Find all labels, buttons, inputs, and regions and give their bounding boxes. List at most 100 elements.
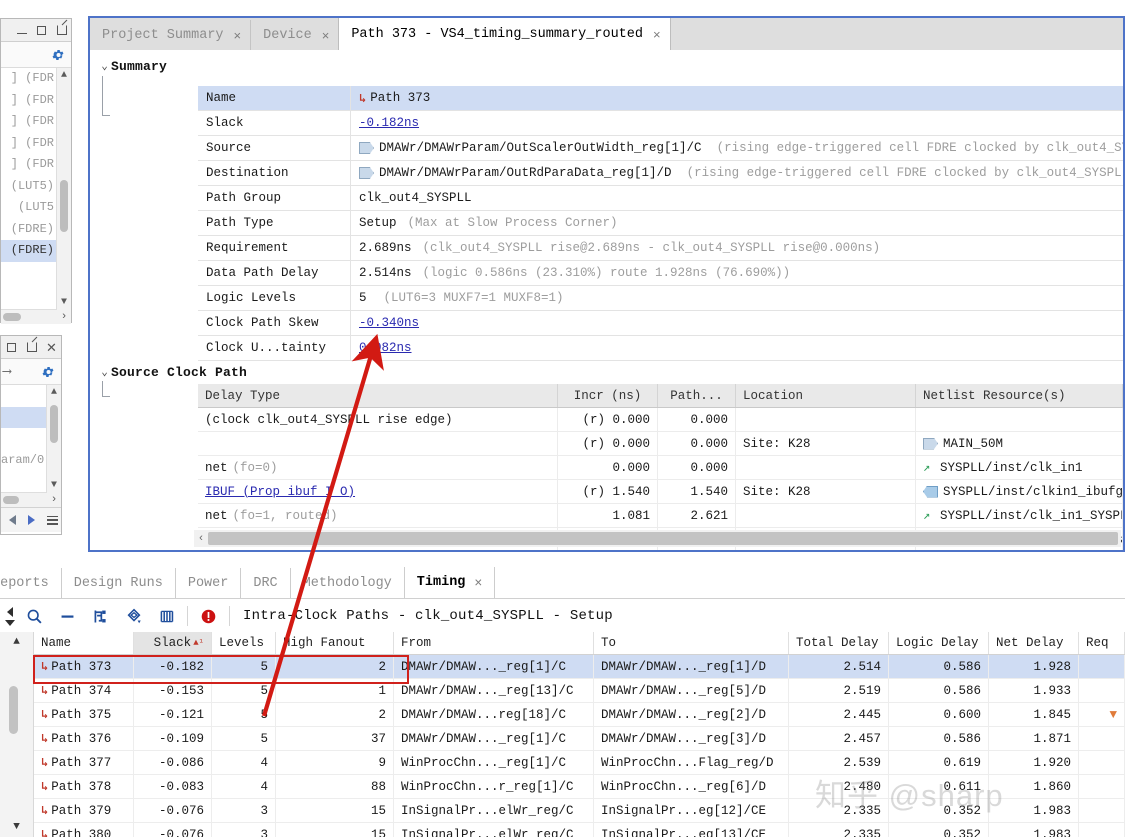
search-icon[interactable] (18, 602, 51, 630)
column-header-slack[interactable]: Slack ▲¹ (134, 632, 212, 654)
tab-reports[interactable]: Reports (0, 568, 61, 598)
column-header-logic-delay[interactable]: Logic Delay (889, 632, 989, 654)
column-header-req[interactable]: Req (1079, 632, 1125, 654)
list-item[interactable]: ] (FDR (1, 68, 57, 90)
list-item[interactable] (1, 428, 47, 450)
summary-section-header[interactable]: ⌄ Summary (94, 56, 168, 76)
summary-row[interactable]: Path Group clk_out4_SYSPLL (198, 186, 1123, 211)
columns-icon[interactable] (150, 602, 183, 630)
table-row[interactable]: net (fo=0) 0.000 0.000 ↗ SYSPLL/inst/clk… (198, 456, 1123, 480)
minimize-button[interactable] (15, 24, 28, 37)
scroll-thumb[interactable] (208, 532, 1118, 545)
expand-down-icon[interactable] (5, 619, 15, 626)
table-row[interactable]: ↳ Path 380 -0.076 3 15 InSignalPr...elWr… (34, 823, 1125, 837)
chevron-down-icon[interactable]: ⌄ (98, 59, 111, 73)
scroll-thumb[interactable] (50, 405, 58, 443)
table-row[interactable]: ↳ Path 377 -0.086 4 9 WinProcChn..._reg[… (34, 751, 1125, 775)
close-icon[interactable]: × (234, 28, 242, 43)
scroll-right-icon[interactable]: › (57, 310, 71, 324)
table-row[interactable]: ↳ Path 375 -0.121 5 2 DMAWr/DMAW...reg[1… (34, 703, 1125, 727)
list-item[interactable]: (FDRE) (1, 219, 57, 241)
table-row[interactable]: (clock clk_out4_SYSPLL rise edge) (r) 0.… (198, 408, 1123, 432)
list-item[interactable]: ] (FDR (1, 133, 57, 155)
column-header-to[interactable]: To (594, 632, 789, 654)
tab-power[interactable]: Power (174, 568, 241, 598)
slack-link[interactable]: -0.182ns (359, 116, 419, 130)
summary-row[interactable]: Clock Path Skew -0.340ns (198, 311, 1123, 336)
column-header-name[interactable]: Name (34, 632, 134, 654)
mini-panel-a-list[interactable]: ] (FDR ] (FDR ] (FDR ] (FDR ] (FDR (LUT5… (1, 68, 57, 310)
next-button[interactable] (28, 515, 35, 525)
float-button[interactable] (55, 24, 68, 37)
column-header-net-delay[interactable]: Net Delay (989, 632, 1079, 654)
summary-row[interactable]: Slack -0.182ns (198, 111, 1123, 136)
column-header-location[interactable]: Location (736, 384, 916, 407)
horizontal-scrollbar[interactable] (1, 492, 47, 507)
group-icon[interactable] (84, 602, 117, 630)
column-header-path[interactable]: Path... (658, 384, 736, 407)
gear-icon[interactable] (51, 48, 65, 62)
list-item[interactable]: aram/0 (1, 450, 47, 472)
scroll-right-icon[interactable]: › (47, 493, 61, 507)
scroll-down-icon[interactable]: ▼ (47, 478, 61, 493)
list-item[interactable]: ] (FDR (1, 90, 57, 112)
column-header-high-fanout[interactable]: High Fanout (276, 632, 394, 654)
path-window-horizontal-scrollbar[interactable]: ‹ (194, 530, 1121, 547)
summary-row[interactable]: Source DMAWr/DMAWrParam/OutScalerOutWidt… (198, 136, 1123, 161)
summary-row[interactable]: Path Type Setup (Max at Slow Process Cor… (198, 211, 1123, 236)
scroll-down-icon[interactable]: ▼ (0, 819, 33, 835)
tab-methodology[interactable]: Methodology (289, 568, 404, 598)
close-button[interactable]: ✕ (45, 341, 58, 354)
list-item[interactable]: (LUT5 (1, 197, 57, 219)
scroll-thumb[interactable] (3, 313, 21, 321)
clock-skew-link[interactable]: -0.340ns (359, 316, 419, 330)
scroll-up-icon[interactable]: ▲ (47, 385, 61, 400)
list-item[interactable] (1, 406, 47, 428)
summary-row[interactable]: Destination DMAWr/DMAWrParam/OutRdParaDa… (198, 161, 1123, 186)
tab-device[interactable]: Device × (250, 20, 339, 50)
table-row[interactable]: ↳ Path 374 -0.153 5 1 DMAWr/DMAW..._reg[… (34, 679, 1125, 703)
summary-row[interactable]: Logic Levels 5 (LUT6=3 MUXF7=1 MUXF8=1) (198, 286, 1123, 311)
prev-button[interactable] (9, 515, 16, 525)
horizontal-scrollbar[interactable] (1, 309, 57, 324)
column-header-netlist-resources[interactable]: Netlist Resource(s) (916, 384, 1123, 407)
table-row[interactable]: IBUF (Prop ibuf I O) (r) 1.540 1.540 Sit… (198, 480, 1123, 504)
tab-timing[interactable]: Timing × (403, 567, 496, 598)
summary-row[interactable]: Name ↳ Path 373 (198, 86, 1123, 111)
close-icon[interactable]: × (474, 575, 482, 590)
maximize-button[interactable] (35, 24, 48, 37)
scroll-thumb[interactable] (9, 686, 18, 734)
list-item[interactable]: ] (FDR (1, 154, 57, 176)
chevron-down-icon[interactable]: ⌄ (98, 365, 111, 379)
column-header-total-delay[interactable]: Total Delay (789, 632, 889, 654)
summary-row[interactable]: Requirement 2.689ns (clk_out4_SYSPLL ris… (198, 236, 1123, 261)
tab-project-summary[interactable]: Project Summary × (90, 20, 251, 50)
toolbar-nav-arrows[interactable] (2, 602, 18, 630)
scroll-thumb[interactable] (60, 180, 68, 232)
error-icon[interactable] (192, 602, 225, 630)
menu-button[interactable] (47, 515, 58, 525)
tab-path-373[interactable]: Path 373 - VS4_timing_summary_routed × (338, 18, 671, 50)
clock-uncertainty-link[interactable]: 0.082ns (359, 341, 412, 355)
scroll-up-icon[interactable]: ▲ (57, 68, 71, 83)
column-header-incr[interactable]: Incr (ns) (558, 384, 658, 407)
right-arrow-icon[interactable]: ⟶ (3, 364, 11, 379)
summary-row[interactable]: Data Path Delay 2.514ns (logic 0.586ns (… (198, 261, 1123, 286)
table-row[interactable]: (r) 0.000 0.000 Site: K28 MAIN_50M (198, 432, 1123, 456)
tab-design-runs[interactable]: Design Runs (60, 568, 175, 598)
gear-icon[interactable] (41, 365, 55, 379)
source-clock-path-section-header[interactable]: ⌄ Source Clock Path (94, 362, 248, 382)
close-icon[interactable]: × (322, 28, 330, 43)
vertical-scrollbar[interactable]: ▲ ▼ (46, 385, 61, 493)
summary-row[interactable]: Clock U...tainty 0.082ns (198, 336, 1123, 361)
collapse-left-icon[interactable] (7, 606, 13, 617)
scroll-thumb[interactable] (3, 496, 19, 504)
table-row[interactable]: ↳ Path 376 -0.109 5 37 DMAWr/DMAW..._reg… (34, 727, 1125, 751)
scroll-down-icon[interactable]: ▼ (57, 295, 71, 310)
table-row[interactable]: ↳ Path 378 -0.083 4 88 WinProcChn...r_re… (34, 775, 1125, 799)
list-item[interactable]: (LUT5) (1, 176, 57, 198)
table-row[interactable]: net (fo=1, routed) 1.081 2.621 ↗ SYSPLL/… (198, 504, 1123, 528)
vertical-scrollbar[interactable]: ▲ ▼ (56, 68, 71, 310)
collapse-icon[interactable] (51, 602, 84, 630)
column-header-delay-type[interactable]: Delay Type (198, 384, 558, 407)
